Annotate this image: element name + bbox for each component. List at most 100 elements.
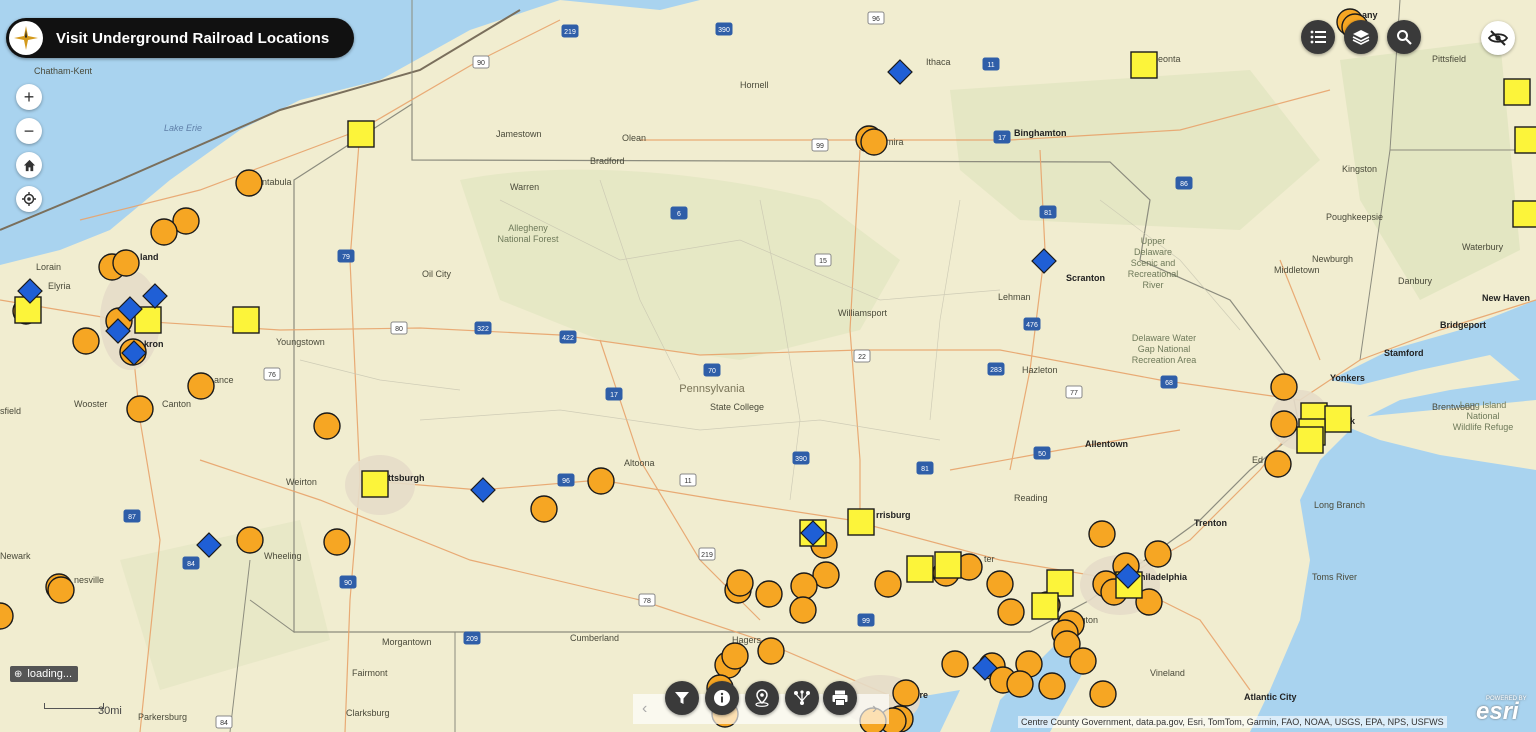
location-marker-square[interactable] bbox=[1031, 592, 1059, 620]
toggle-visibility-button[interactable] bbox=[1481, 21, 1515, 55]
loading-text: loading... bbox=[27, 668, 73, 680]
city-label: Altoona bbox=[624, 458, 655, 468]
location-marker-circle[interactable] bbox=[587, 467, 615, 495]
loading-icon: ⊕ bbox=[14, 668, 23, 680]
location-marker-square[interactable] bbox=[1296, 426, 1324, 454]
location-marker-square[interactable] bbox=[361, 470, 389, 498]
city-label: sfield bbox=[0, 406, 21, 416]
city-label: Clarksburg bbox=[346, 708, 390, 718]
location-marker-square[interactable] bbox=[347, 120, 375, 148]
svg-text:6: 6 bbox=[677, 211, 681, 218]
location-marker-circle[interactable] bbox=[1069, 647, 1097, 675]
location-button[interactable] bbox=[745, 681, 779, 715]
location-marker-circle[interactable] bbox=[1088, 520, 1116, 548]
map-attribution: Centre County Government, data.pa.gov, E… bbox=[1018, 716, 1447, 728]
location-marker-circle[interactable] bbox=[235, 169, 263, 197]
city-label: Poughkeepsie bbox=[1326, 212, 1383, 222]
location-marker-circle[interactable] bbox=[530, 495, 558, 523]
svg-text:96: 96 bbox=[562, 478, 570, 485]
location-marker-circle[interactable] bbox=[150, 218, 178, 246]
location-marker-circle[interactable] bbox=[1270, 373, 1298, 401]
location-marker-square[interactable] bbox=[1130, 51, 1158, 79]
print-button[interactable] bbox=[823, 681, 857, 715]
highway-shield: 50 bbox=[1033, 446, 1051, 460]
layers-button[interactable] bbox=[1344, 20, 1378, 54]
locate-icon bbox=[22, 192, 36, 206]
chevron-left-icon[interactable]: ‹ bbox=[642, 700, 647, 718]
city-label: kron bbox=[144, 339, 164, 349]
highway-shield: 76 bbox=[263, 367, 281, 381]
location-marker-circle[interactable] bbox=[1006, 670, 1034, 698]
location-marker-circle[interactable] bbox=[112, 249, 140, 277]
svg-text:99: 99 bbox=[862, 618, 870, 625]
region-label: River bbox=[1142, 280, 1163, 290]
city-label: Elyria bbox=[48, 281, 71, 291]
location-marker-circle[interactable] bbox=[757, 637, 785, 665]
city-label: eonta bbox=[1158, 54, 1181, 64]
location-marker-circle[interactable] bbox=[187, 372, 215, 400]
city-label: Olean bbox=[622, 133, 646, 143]
location-marker-square[interactable] bbox=[232, 306, 260, 334]
highway-shield: 283 bbox=[987, 362, 1005, 376]
search-button[interactable] bbox=[1387, 20, 1421, 54]
city-label: Toms River bbox=[1312, 572, 1357, 582]
legend-button[interactable] bbox=[1301, 20, 1335, 54]
region-label: Delaware bbox=[1134, 247, 1172, 257]
location-marker-square[interactable] bbox=[1503, 78, 1531, 106]
filter-button[interactable] bbox=[665, 681, 699, 715]
location-marker-circle[interactable] bbox=[874, 570, 902, 598]
city-label: ttsburgh bbox=[388, 473, 425, 483]
svg-text:422: 422 bbox=[562, 335, 574, 342]
location-marker-circle[interactable] bbox=[726, 569, 754, 597]
location-marker-circle[interactable] bbox=[47, 576, 75, 604]
location-marker-circle[interactable] bbox=[860, 128, 888, 156]
info-icon bbox=[714, 690, 730, 706]
location-marker-circle[interactable] bbox=[789, 596, 817, 624]
highway-shield: 80 bbox=[390, 321, 408, 335]
location-marker-square[interactable] bbox=[934, 551, 962, 579]
map-canvas[interactable]: Lake Erie Pennsylvania Allegheny Nationa… bbox=[0, 0, 1536, 732]
location-marker-circle[interactable] bbox=[1038, 672, 1066, 700]
locate-button[interactable] bbox=[16, 186, 42, 212]
home-button[interactable] bbox=[16, 152, 42, 178]
home-icon bbox=[23, 159, 35, 171]
location-marker-square[interactable] bbox=[847, 508, 875, 536]
svg-text:11: 11 bbox=[684, 478, 691, 485]
location-marker-circle[interactable] bbox=[1264, 450, 1292, 478]
location-marker-circle[interactable] bbox=[941, 650, 969, 678]
zoom-out-button[interactable]: − bbox=[16, 118, 42, 144]
city-label: Newburgh bbox=[1312, 254, 1353, 264]
highway-shield: 219 bbox=[698, 547, 716, 561]
chevron-right-icon[interactable]: › bbox=[872, 700, 877, 718]
location-marker-circle[interactable] bbox=[126, 395, 154, 423]
location-marker-circle[interactable] bbox=[1089, 680, 1117, 708]
location-marker-circle[interactable] bbox=[790, 572, 818, 600]
highway-shield: 476 bbox=[1023, 317, 1041, 331]
city-label: Lorain bbox=[36, 262, 61, 272]
zoom-in-button[interactable]: + bbox=[16, 84, 42, 110]
location-marker-circle[interactable] bbox=[236, 526, 264, 554]
location-marker-square[interactable] bbox=[1324, 405, 1352, 433]
highway-shield: 68 bbox=[1160, 375, 1178, 389]
city-label: Fairmont bbox=[352, 668, 388, 678]
location-marker-square[interactable] bbox=[906, 555, 934, 583]
location-marker-circle[interactable] bbox=[755, 580, 783, 608]
filter-icon bbox=[675, 692, 689, 704]
location-marker-circle[interactable] bbox=[997, 598, 1025, 626]
location-marker-square[interactable] bbox=[1512, 200, 1536, 228]
eye-off-icon bbox=[1488, 30, 1508, 46]
location-marker-circle[interactable] bbox=[892, 679, 920, 707]
highway-shield: 86 bbox=[1175, 176, 1193, 190]
info-button[interactable] bbox=[705, 681, 739, 715]
share-button[interactable] bbox=[785, 681, 819, 715]
location-marker-circle[interactable] bbox=[721, 642, 749, 670]
location-marker-circle[interactable] bbox=[313, 412, 341, 440]
location-marker-circle[interactable] bbox=[1144, 540, 1172, 568]
location-marker-circle[interactable] bbox=[1270, 410, 1298, 438]
location-marker-circle[interactable] bbox=[72, 327, 100, 355]
city-label: Hornell bbox=[740, 80, 769, 90]
location-marker-square[interactable] bbox=[1046, 569, 1074, 597]
location-marker-circle[interactable] bbox=[986, 570, 1014, 598]
location-marker-circle[interactable] bbox=[323, 528, 351, 556]
location-marker-square[interactable] bbox=[1514, 126, 1536, 154]
